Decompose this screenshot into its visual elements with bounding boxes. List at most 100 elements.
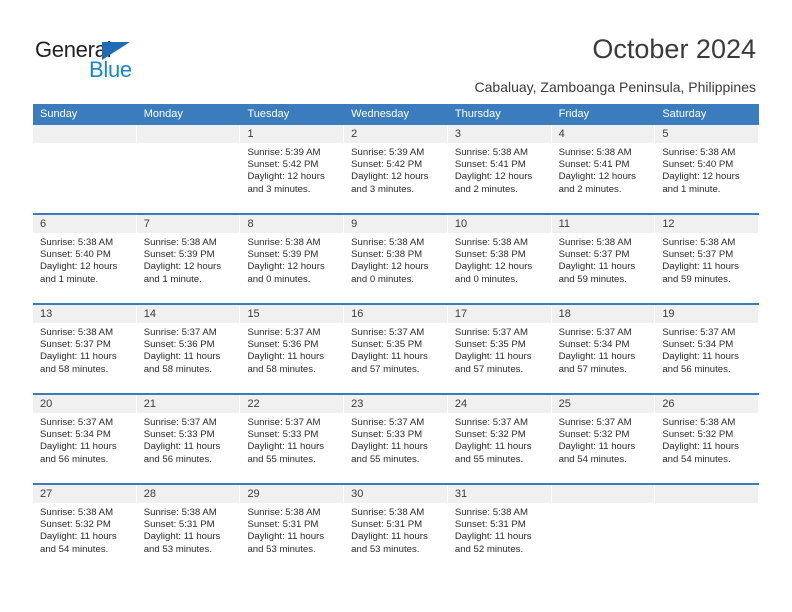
calendar-day-cell[interactable]: 4 Sunrise: 5:38 AM Sunset: 5:41 PM Daylight… — [551, 125, 656, 213]
daylight-duration-line2: and 0 minutes. — [351, 273, 415, 285]
day-number-strip: 28 — [136, 485, 240, 503]
day-number: 23 — [351, 398, 364, 410]
sunset-time: Sunset: 5:37 PM — [662, 249, 734, 261]
sunrise-time: Sunrise: 5:37 AM — [351, 327, 425, 338]
calendar-day-cell[interactable]: 16 Sunrise: 5:37 AM Sunset: 5:35 PM Dayligh… — [344, 305, 448, 393]
day-sun-info: Sunrise: 5:38 AM Sunset: 5:31 PM Daylight:… — [344, 503, 447, 556]
calendar-day-cell[interactable]: 30 Sunrise: 5:38 AM Sunset: 5:31 PM Dayligh… — [344, 485, 448, 575]
calendar-day-cell[interactable]: 29 Sunrise: 5:38 AM Sunset: 5:31 PM Dayligh… — [240, 485, 345, 575]
day-number-strip: 26 — [655, 395, 759, 413]
calendar-day-cell[interactable]: 26 Sunrise: 5:38 AM Sunset: 5:32 PM Dayligh… — [655, 395, 760, 483]
day-number: 28 — [143, 488, 156, 500]
daylight-duration-line1: Daylight: 11 hours — [143, 351, 221, 363]
sunrise-time: Sunrise: 5:38 AM — [454, 507, 528, 518]
day-number: 3 — [454, 128, 461, 140]
calendar-day-cell[interactable]: 13 Sunrise: 5:38 AM Sunset: 5:37 PM Dayligh… — [33, 305, 137, 393]
calendar-day-cell[interactable]: 18 Sunrise: 5:37 AM Sunset: 5:34 PM Dayligh… — [551, 305, 656, 393]
daylight-duration-line2: and 1 minute. — [40, 273, 99, 285]
day-number: 30 — [351, 488, 364, 500]
day-sun-info: Sunrise: 5:38 AM Sunset: 5:38 PM Daylight:… — [448, 233, 551, 286]
sunrise-time: Sunrise: 5:37 AM — [143, 417, 217, 428]
sunrise-time: Sunrise: 5:37 AM — [558, 327, 632, 338]
sunrise-time: Sunrise: 5:37 AM — [558, 417, 632, 428]
calendar-day-cell[interactable]: 28 Sunrise: 5:38 AM Sunset: 5:31 PM Dayligh… — [136, 485, 241, 575]
sunrise-time: Sunrise: 5:37 AM — [454, 327, 528, 338]
sunrise-time: Sunrise: 5:38 AM — [40, 507, 114, 518]
calendar-day-cell[interactable]: 2 Sunrise: 5:39 AM Sunset: 5:42 PM Daylight… — [344, 125, 448, 213]
day-sun-info: Sunrise: 5:38 AM Sunset: 5:31 PM Daylight:… — [240, 503, 343, 556]
daylight-duration-line1: Daylight: 12 hours — [454, 171, 533, 183]
day-sun-info: Sunrise: 5:38 AM Sunset: 5:31 PM Daylight:… — [137, 503, 240, 556]
calendar-day-cell[interactable]: 3 Sunrise: 5:38 AM Sunset: 5:41 PM Daylight… — [447, 125, 552, 213]
calendar-day-cell[interactable]: 25 Sunrise: 5:37 AM Sunset: 5:32 PM Dayligh… — [551, 395, 656, 483]
sunset-time: Sunset: 5:32 PM — [454, 429, 526, 441]
calendar-day-cell[interactable]: 15 Sunrise: 5:37 AM Sunset: 5:36 PM Dayligh… — [240, 305, 345, 393]
sunrise-time: Sunrise: 5:38 AM — [454, 237, 528, 248]
daylight-duration-line2: and 56 minutes. — [40, 453, 109, 465]
daylight-duration-line1: Daylight: 11 hours — [662, 261, 739, 273]
calendar-day-cell[interactable]: 31 Sunrise: 5:38 AM Sunset: 5:31 PM Dayligh… — [447, 485, 552, 575]
weekday-header-monday: Monday — [143, 108, 183, 120]
calendar-day-cell[interactable]: 1 Sunrise: 5:39 AM Sunset: 5:42 PM Daylight… — [240, 125, 345, 213]
calendar-day-cell[interactable]: 21 Sunrise: 5:37 AM Sunset: 5:33 PM Dayligh… — [136, 395, 241, 483]
sunset-time: Sunset: 5:34 PM — [558, 339, 630, 351]
page-header: General Blue October 2024 Cabaluay, Zamb… — [0, 0, 792, 103]
calendar-day-cell[interactable]: 12 Sunrise: 5:38 AM Sunset: 5:37 PM Dayligh… — [655, 215, 760, 303]
calendar-day-cell[interactable]: 22 Sunrise: 5:37 AM Sunset: 5:33 PM Dayligh… — [240, 395, 345, 483]
day-number: 16 — [351, 308, 364, 320]
calendar-day-cell[interactable]: 17 Sunrise: 5:37 AM Sunset: 5:35 PM Dayligh… — [447, 305, 552, 393]
daylight-duration-line1: Daylight: 11 hours — [454, 531, 532, 543]
calendar-day-cell[interactable]: 5 Sunrise: 5:38 AM Sunset: 5:40 PM Daylight… — [655, 125, 760, 213]
calendar-day-cell[interactable]: 23 Sunrise: 5:37 AM Sunset: 5:33 PM Dayligh… — [344, 395, 448, 483]
day-number-strip: 14 — [136, 305, 240, 323]
sunset-time: Sunset: 5:34 PM — [662, 339, 734, 351]
sunset-time: Sunset: 5:36 PM — [143, 339, 215, 351]
daylight-duration-line2: and 56 minutes. — [143, 453, 212, 465]
sunset-time: Sunset: 5:34 PM — [40, 429, 111, 441]
day-number: 24 — [454, 398, 468, 410]
day-number: 11 — [558, 218, 571, 230]
day-sun-info: Sunrise: 5:37 AM Sunset: 5:36 PM Daylight:… — [137, 323, 240, 376]
daylight-duration-line1: Daylight: 11 hours — [143, 531, 221, 543]
daylight-duration-line2: and 58 minutes. — [247, 363, 316, 375]
calendar-day-cell[interactable]: 9 Sunrise: 5:38 AM Sunset: 5:38 PM Daylight… — [344, 215, 448, 303]
day-number-strip: 20 — [33, 395, 136, 413]
sunset-time: Sunset: 5:31 PM — [351, 519, 423, 531]
day-sun-info: Sunrise: 5:37 AM Sunset: 5:36 PM Daylight:… — [240, 323, 343, 376]
day-number-strip: 15 — [240, 305, 344, 323]
calendar-day-cell[interactable]: 20 Sunrise: 5:37 AM Sunset: 5:34 PM Dayligh… — [33, 395, 137, 483]
daylight-duration-line1: Daylight: 11 hours — [40, 441, 117, 453]
calendar-day-cell-empty — [655, 485, 760, 575]
calendar-day-cell[interactable]: 10 Sunrise: 5:38 AM Sunset: 5:38 PM Dayligh… — [447, 215, 552, 303]
sunset-time: Sunset: 5:40 PM — [662, 159, 734, 171]
day-sun-info: Sunrise: 5:37 AM Sunset: 5:33 PM Daylight:… — [344, 413, 447, 466]
calendar-day-cell[interactable]: 24 Sunrise: 5:37 AM Sunset: 5:32 PM Dayligh… — [447, 395, 552, 483]
daylight-duration-line1: Daylight: 12 hours — [662, 171, 740, 183]
sunset-time: Sunset: 5:32 PM — [558, 429, 630, 441]
calendar-day-cell[interactable]: 11 Sunrise: 5:38 AM Sunset: 5:37 PM Dayligh… — [551, 215, 656, 303]
day-number: 20 — [40, 398, 53, 410]
day-number-strip: 10 — [447, 215, 551, 233]
day-number: 26 — [662, 398, 675, 410]
day-number-strip: 4 — [551, 125, 655, 143]
day-number-strip: 30 — [344, 485, 447, 503]
calendar-day-cell[interactable]: 14 Sunrise: 5:37 AM Sunset: 5:36 PM Dayligh… — [136, 305, 241, 393]
calendar-day-cell[interactable]: 6 Sunrise: 5:38 AM Sunset: 5:40 PM Daylight… — [33, 215, 137, 303]
daylight-duration-line2: and 1 minute. — [143, 273, 202, 285]
calendar-day-cell[interactable]: 19 Sunrise: 5:37 AM Sunset: 5:34 PM Dayligh… — [655, 305, 760, 393]
daylight-duration-line2: and 55 minutes. — [351, 453, 420, 465]
daylight-duration-line2: and 57 minutes. — [454, 363, 524, 375]
calendar-day-cell[interactable]: 7 Sunrise: 5:38 AM Sunset: 5:39 PM Daylight… — [136, 215, 241, 303]
sunset-time: Sunset: 5:41 PM — [454, 159, 526, 171]
day-sun-info: Sunrise: 5:38 AM Sunset: 5:40 PM Daylight:… — [33, 233, 136, 286]
day-number: 21 — [143, 398, 156, 410]
day-number: 4 — [558, 128, 565, 140]
calendar-day-cell[interactable]: 27 Sunrise: 5:38 AM Sunset: 5:32 PM Dayligh… — [33, 485, 137, 575]
day-sun-info: Sunrise: 5:37 AM Sunset: 5:32 PM Daylight:… — [448, 413, 551, 466]
sunrise-time: Sunrise: 5:37 AM — [247, 417, 321, 428]
sunset-time: Sunset: 5:37 PM — [40, 339, 111, 351]
day-number-strip: 13 — [33, 305, 136, 323]
daylight-duration-line2: and 54 minutes. — [558, 453, 627, 465]
daylight-duration-line1: Daylight: 11 hours — [454, 441, 532, 453]
calendar-day-cell[interactable]: 8 Sunrise: 5:38 AM Sunset: 5:39 PM Daylight… — [240, 215, 345, 303]
